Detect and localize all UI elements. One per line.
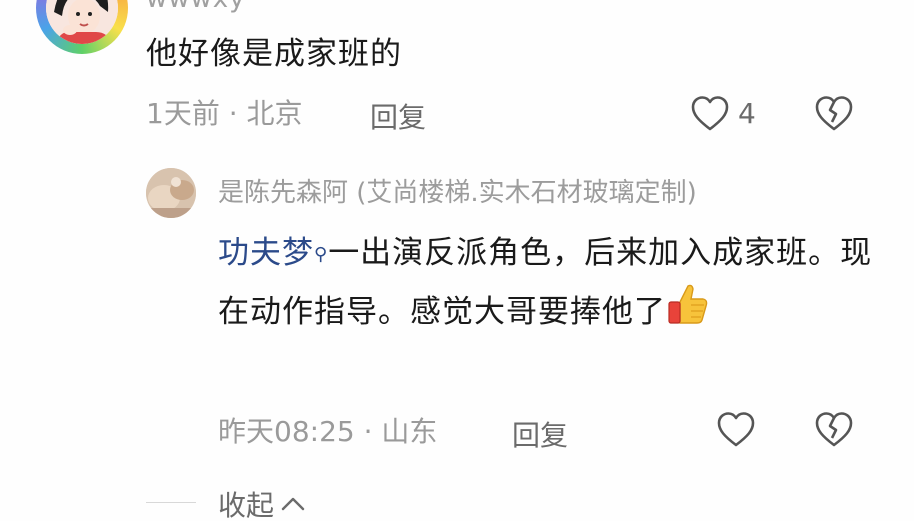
mention-link[interactable]: 功夫梦 [218,235,314,271]
chevron-up-icon [281,497,305,511]
broken-heart-icon[interactable] [814,94,854,134]
collapse-divider [146,502,196,503]
top-comment-text: 他好像是成家班的 [146,36,402,72]
top-comment-like-count: 4 [738,97,756,130]
reply-text-block: 功夫梦⚲一出演反派角色，后来加入成家班。现在动作指导。感觉大哥要捧他了 [218,224,878,345]
search-icon[interactable]: ⚲ [314,244,328,265]
top-comment-time-location: 1天前 · 北京 [146,97,303,130]
top-comment-reply-button[interactable]: 回复 [370,96,426,136]
top-comment-avatar[interactable] [36,0,128,54]
collapse-replies-button[interactable]: 收起 [218,484,306,521]
reply-username[interactable]: 是陈先森阿 (艾尚楼梯.实木石材玻璃定制) [218,174,697,212]
avatar-illustration [46,0,118,44]
broken-heart-icon[interactable] [814,410,854,450]
thumbs-up-emoji-icon [666,282,710,345]
heart-icon[interactable] [716,410,756,450]
comment-thread: wwwxy 他好像是成家班的 1天前 · 北京 回复 4 是陈先森阿 (艾尚楼梯… [0,0,914,521]
reply-avatar[interactable] [146,168,196,218]
collapse-label: 收起 [218,489,275,521]
heart-icon[interactable] [690,94,730,134]
reply-time-location: 昨天08:25 · 山东 [218,415,438,448]
reply-reply-button[interactable]: 回复 [512,414,568,454]
top-comment-username[interactable]: wwwxy [146,0,246,14]
